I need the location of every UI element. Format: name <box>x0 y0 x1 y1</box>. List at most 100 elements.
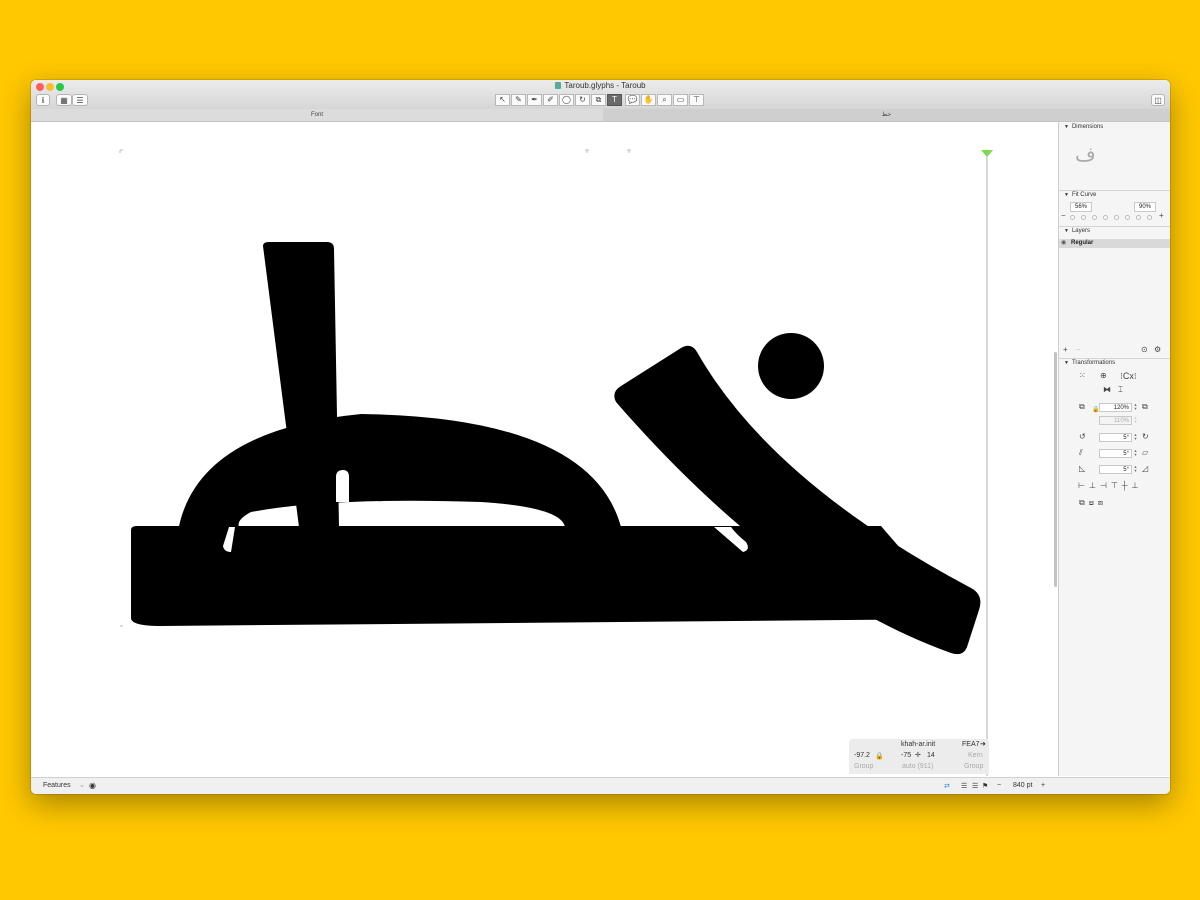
fit-curve-plus-icon[interactable]: + <box>1159 211 1164 220</box>
pen-tool[interactable]: ✒ <box>527 94 542 106</box>
rsb-field[interactable]: 14 <box>927 752 935 759</box>
fit-curve-step-dot[interactable] <box>1147 215 1152 220</box>
fit-curve-step-dot[interactable] <box>1125 215 1130 220</box>
zoom-out-icon[interactable]: − <box>997 782 1001 789</box>
list-view-button[interactable]: ☰ <box>72 94 88 106</box>
skew-right-icon[interactable]: ◿ <box>1142 464 1148 473</box>
fit-curve-step-dot[interactable] <box>1136 215 1141 220</box>
dimensions-section-title[interactable]: ▼ Dimensions <box>1064 124 1103 130</box>
mirror-vertical-icon[interactable]: ⌶ <box>1118 385 1123 395</box>
type-tool[interactable]: ⊤ <box>689 94 704 106</box>
scale-secondary-stepper[interactable]: ▲ ▼ <box>1133 416 1138 425</box>
fit-curve-minus-icon[interactable]: − <box>1061 211 1066 220</box>
scale-stepper[interactable]: ▲ ▼ <box>1133 403 1138 412</box>
lsb-field[interactable]: -97.2 <box>854 752 870 759</box>
text-direction-icon[interactable]: ⇄ <box>944 782 950 790</box>
fit-curve-section-title[interactable]: ▼ Fit Curve <box>1064 192 1096 198</box>
right-group-field[interactable]: Group <box>964 763 983 770</box>
fit-curve-max-field[interactable]: 90% <box>1134 202 1156 212</box>
intersect-icon[interactable]: ⧇ <box>1098 498 1107 507</box>
fit-curve-slider[interactable] <box>1070 215 1158 221</box>
select-tool[interactable]: ↖ <box>495 94 510 106</box>
skew-left-icon[interactable]: ◺ <box>1079 464 1085 473</box>
fit-curve-step-dot[interactable] <box>1092 215 1097 220</box>
fit-curve-step-dot[interactable] <box>1070 215 1075 220</box>
lock-icon[interactable]: 🔒 <box>875 752 884 760</box>
layer-row-regular[interactable]: ◉ Regular <box>1059 239 1170 248</box>
transformations-section-title[interactable]: ▼ Transformations <box>1064 360 1115 366</box>
slant-left-icon[interactable]: ⫽ <box>1079 448 1083 458</box>
add-layer-icon[interactable]: + <box>1063 345 1068 354</box>
rotate-cw-icon[interactable]: ↻ <box>1142 432 1149 441</box>
draw-tool[interactable]: ✎ <box>511 94 526 106</box>
unicode-go-icon[interactable]: ➜ <box>980 740 986 748</box>
rotate-field[interactable]: 5° <box>1099 433 1132 442</box>
toggle-sidebar-button[interactable]: ◫ <box>1151 94 1165 106</box>
info-button[interactable]: i <box>36 94 50 106</box>
bottom-bar: Features ⌄ ◉ ⇄ ☰ ☰ ⚑ − 840 pt + <box>31 777 1170 794</box>
union-icon[interactable]: ⧉ <box>1079 498 1089 507</box>
metrics-link-icon[interactable]: ✛ <box>915 751 921 759</box>
zoom-in-icon[interactable]: + <box>1041 782 1045 789</box>
scale-percent-secondary-field[interactable]: 110% <box>1099 416 1132 425</box>
rotate-ccw-icon[interactable]: ↺ <box>1079 432 1086 441</box>
list-view-icon: ☰ <box>76 96 84 105</box>
align-middle-icon[interactable]: ┼ <box>1122 481 1132 490</box>
transform-origin-custom-icon[interactable]: ⁝Cx⁝ <box>1120 371 1137 382</box>
primitives-tool[interactable]: ◯ <box>559 94 574 106</box>
measurement-tool[interactable]: ▭ <box>673 94 688 106</box>
layers-section-title[interactable]: ▼ Layers <box>1064 228 1090 234</box>
fit-curve-step-dot[interactable] <box>1114 215 1119 220</box>
layer-settings-gear-icon[interactable]: ⚙ <box>1154 345 1161 354</box>
scale-tool[interactable]: ⧉ <box>591 94 606 106</box>
slant-right-icon[interactable]: ▱ <box>1142 448 1148 457</box>
pencil-tool[interactable]: ✐ <box>543 94 558 106</box>
grid-view-button[interactable]: ▦ <box>56 94 72 106</box>
tab-glyph-text[interactable]: خط <box>603 109 1170 121</box>
align-left-icon[interactable]: ⊢ <box>1078 481 1089 490</box>
flag-icon[interactable]: ⚑ <box>982 782 988 790</box>
layer-options-icon[interactable]: ⊙ <box>1141 345 1148 354</box>
align-text-right-icon[interactable]: ☰ <box>972 782 978 790</box>
rotate-tool[interactable]: ↻ <box>575 94 590 106</box>
align-right-icon[interactable]: ⊣ <box>1100 481 1111 490</box>
vertical-scrollbar[interactable] <box>1054 352 1057 587</box>
rotate-stepper[interactable]: ▲ ▼ <box>1133 433 1138 442</box>
annotation-tool[interactable]: 💬 <box>625 94 640 106</box>
skew-field[interactable]: 5° <box>1099 465 1132 474</box>
align-text-left-icon[interactable]: ☰ <box>961 782 967 790</box>
annotation-icon: 💬 <box>627 95 638 104</box>
remove-layer-icon[interactable]: − <box>1076 345 1081 354</box>
slant-stepper[interactable]: ▲ ▼ <box>1133 449 1138 458</box>
select-icon: ↖ <box>499 95 506 104</box>
align-center-icon[interactable]: ⊥ <box>1089 481 1100 490</box>
transform-origin-grid-icon[interactable]: ⁙ <box>1079 371 1086 380</box>
features-popup[interactable]: Features <box>43 782 71 789</box>
glyph-name-field[interactable]: khah-ar.init <box>901 741 935 748</box>
slant-field[interactable]: 5° <box>1099 449 1132 458</box>
scale-apply-icon[interactable]: ⧉ <box>1142 402 1148 412</box>
eye-icon[interactable]: ◉ <box>1061 239 1066 248</box>
left-group-field[interactable]: Group <box>854 763 873 770</box>
fit-curve-step-dot[interactable] <box>1103 215 1108 220</box>
preview-eye-icon[interactable]: ◉ <box>89 781 96 790</box>
align-bottom-icon[interactable]: ⊥ <box>1132 481 1143 490</box>
zoom-tool[interactable]: ⌕ <box>657 94 672 106</box>
edit-canvas[interactable]: khah-ar.init FEA7 ➜ -97.2 🔒 -75 ✛ 14 Ker… <box>31 122 1057 776</box>
width-field[interactable]: -75 <box>901 752 911 759</box>
mirror-horizontal-icon[interactable]: ⧓ <box>1103 385 1111 394</box>
unicode-field[interactable]: FEA7 <box>962 741 980 748</box>
text-tool[interactable]: T <box>607 94 622 106</box>
hand-tool[interactable]: ✋ <box>641 94 656 106</box>
subtract-icon[interactable]: ⧈ <box>1089 498 1098 507</box>
tab-font[interactable]: Font <box>31 109 603 121</box>
font-size-field[interactable]: 840 pt <box>1013 782 1032 789</box>
scale-percent-field[interactable]: 120% <box>1099 403 1132 412</box>
fit-curve-step-dot[interactable] <box>1081 215 1086 220</box>
skew-stepper[interactable]: ▲ ▼ <box>1133 465 1138 474</box>
zoom-icon: ⌕ <box>662 95 667 104</box>
transform-origin-center-icon[interactable]: ⊕ <box>1100 371 1107 380</box>
align-top-icon[interactable]: ⊤ <box>1111 481 1122 490</box>
features-chevron-icon[interactable]: ⌄ <box>79 781 85 789</box>
fit-curve-min-field[interactable]: 56% <box>1070 202 1092 212</box>
